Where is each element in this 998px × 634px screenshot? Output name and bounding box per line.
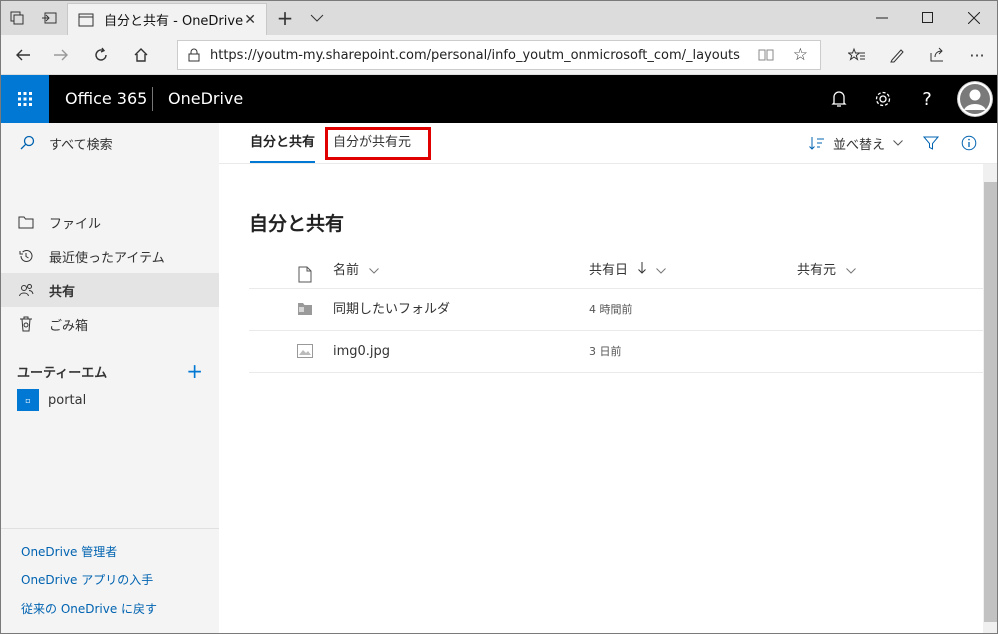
minimize-icon[interactable] bbox=[859, 1, 905, 35]
nav-item-shared[interactable]: 共有 bbox=[1, 273, 219, 307]
page-title: 自分と共有 bbox=[249, 213, 345, 235]
tab-preview-chevron-icon[interactable] bbox=[301, 1, 333, 35]
search-icon bbox=[20, 135, 35, 150]
suite-bar: Office 365 OneDrive ? bbox=[1, 75, 997, 123]
file-name[interactable]: 同期したいフォルダ bbox=[333, 289, 450, 331]
forward-icon[interactable] bbox=[43, 39, 79, 71]
left-navigation: すべて検索 ファイル 最近使ったアイテム 共有 ごみ箱 ユーティーエム + ▫ … bbox=[1, 123, 219, 633]
history-icon bbox=[17, 247, 35, 265]
sort-button[interactable]: 並べ替え bbox=[809, 123, 903, 163]
onedrive-admin-link[interactable]: OneDrive 管理者 bbox=[21, 543, 117, 560]
close-window-icon[interactable] bbox=[951, 1, 997, 35]
classic-onedrive-link[interactable]: 従来の OneDrive に戻す bbox=[21, 600, 157, 617]
browser-tab-active[interactable]: 自分と共有 - OneDrive ✕ bbox=[67, 3, 267, 35]
tab-shared-with-me[interactable]: 自分と共有 bbox=[250, 123, 316, 163]
table-header: 名前 共有日 共有元 bbox=[249, 253, 983, 289]
shared-date: 4 時間前 bbox=[589, 303, 633, 316]
file-name[interactable]: img0.jpg bbox=[333, 331, 390, 373]
sort-icon bbox=[809, 137, 824, 150]
highlight-box bbox=[325, 127, 431, 160]
column-header-name[interactable]: 名前 bbox=[333, 253, 380, 289]
shared-date: 3 日前 bbox=[589, 345, 622, 358]
file-type-icon[interactable] bbox=[298, 262, 312, 283]
sort-descending-arrow-icon bbox=[638, 262, 647, 278]
avatar[interactable] bbox=[957, 81, 993, 117]
shared-folder-icon bbox=[297, 302, 313, 316]
lock-icon bbox=[188, 48, 200, 62]
reading-view-icon[interactable] bbox=[758, 48, 774, 66]
table-row[interactable]: 同期したいフォルダ 4 時間前 bbox=[249, 289, 983, 331]
people-icon bbox=[17, 281, 35, 299]
app-launcher-icon[interactable] bbox=[1, 75, 49, 123]
nav-item-files[interactable]: ファイル bbox=[1, 205, 219, 239]
web-notes-icon[interactable] bbox=[879, 39, 915, 71]
search-all[interactable]: すべて検索 bbox=[1, 123, 219, 163]
nav-item-label: ファイル bbox=[49, 216, 102, 232]
site-name: portal bbox=[48, 392, 87, 408]
chevron-down-icon bbox=[369, 263, 380, 278]
column-date-label: 共有日 bbox=[589, 263, 629, 278]
nav-item-label: 共有 bbox=[49, 284, 76, 300]
column-name-label: 名前 bbox=[333, 263, 360, 278]
chevron-down-icon bbox=[656, 263, 667, 278]
tab-manager-icon[interactable] bbox=[1, 1, 33, 35]
scrollbar-thumb[interactable] bbox=[984, 182, 997, 622]
nav-item-recent[interactable]: 最近使ったアイテム bbox=[1, 239, 219, 273]
maximize-icon[interactable] bbox=[905, 1, 951, 35]
favorite-star-icon[interactable]: ☆ bbox=[793, 45, 808, 65]
filter-icon[interactable] bbox=[923, 123, 939, 163]
tab-close-icon[interactable]: ✕ bbox=[244, 12, 256, 28]
column-header-shared-date[interactable]: 共有日 bbox=[589, 253, 667, 289]
onedrive-link[interactable]: OneDrive bbox=[168, 75, 243, 123]
group-header: ユーティーエム + bbox=[17, 359, 203, 383]
column-shared-by-label: 共有元 bbox=[797, 263, 837, 278]
navigation-bar: https://youtm-my.sharepoint.com/personal… bbox=[1, 35, 997, 75]
site-logo-icon: ▫ bbox=[17, 389, 39, 411]
main-content: 自分と共有 自分が共有元 並べ替え 自分と共有 名前 共有日 共有元 同期したい… bbox=[219, 123, 997, 633]
pivot-bar: 自分と共有 自分が共有元 並べ替え bbox=[219, 123, 997, 164]
refresh-icon[interactable] bbox=[83, 39, 119, 71]
address-url[interactable]: https://youtm-my.sharepoint.com/personal… bbox=[210, 48, 740, 63]
nav-item-recycle-bin[interactable]: ごみ箱 bbox=[1, 307, 219, 341]
nav-item-label: ごみ箱 bbox=[49, 318, 89, 334]
footer-divider bbox=[1, 528, 219, 529]
notification-bell-icon[interactable] bbox=[817, 75, 861, 123]
suite-divider bbox=[152, 87, 153, 111]
office-365-link[interactable]: Office 365 bbox=[65, 75, 147, 123]
browser-window: 自分と共有 - OneDrive ✕ + https://youtm-my.sh… bbox=[0, 0, 998, 634]
page-icon bbox=[78, 13, 94, 26]
share-icon[interactable] bbox=[919, 39, 955, 71]
settings-gear-icon[interactable] bbox=[861, 75, 905, 123]
more-menu-icon[interactable]: ··· bbox=[959, 39, 995, 71]
info-icon[interactable] bbox=[961, 123, 977, 163]
vertical-scrollbar[interactable] bbox=[983, 164, 997, 633]
tab-strip: 自分と共有 - OneDrive ✕ + bbox=[1, 1, 997, 35]
column-header-shared-by[interactable]: 共有元 bbox=[797, 253, 857, 289]
nav-item-label: 最近使ったアイテム bbox=[49, 250, 165, 266]
search-label: すべて検索 bbox=[49, 137, 113, 153]
back-icon[interactable] bbox=[5, 39, 41, 71]
recycle-bin-icon bbox=[17, 315, 35, 333]
site-link-portal[interactable]: ▫ portal bbox=[17, 389, 86, 411]
address-bar[interactable]: https://youtm-my.sharepoint.com/personal… bbox=[177, 40, 821, 70]
sort-label: 並べ替え bbox=[833, 137, 886, 153]
help-icon[interactable]: ? bbox=[905, 75, 949, 123]
group-title: ユーティーエム bbox=[17, 365, 108, 381]
add-site-icon[interactable]: + bbox=[186, 359, 203, 383]
tab-title: 自分と共有 - OneDrive bbox=[104, 14, 244, 29]
chevron-down-icon bbox=[893, 140, 903, 146]
chevron-down-icon bbox=[846, 263, 857, 278]
set-aside-tabs-icon[interactable] bbox=[33, 1, 65, 35]
folder-icon bbox=[17, 213, 35, 231]
image-file-icon bbox=[297, 344, 313, 358]
table-row[interactable]: img0.jpg 3 日前 bbox=[249, 331, 983, 373]
new-tab-icon[interactable]: + bbox=[269, 1, 301, 35]
favorites-hub-icon[interactable] bbox=[839, 39, 875, 71]
get-onedrive-apps-link[interactable]: OneDrive アプリの入手 bbox=[21, 571, 153, 588]
home-icon[interactable] bbox=[123, 39, 159, 71]
